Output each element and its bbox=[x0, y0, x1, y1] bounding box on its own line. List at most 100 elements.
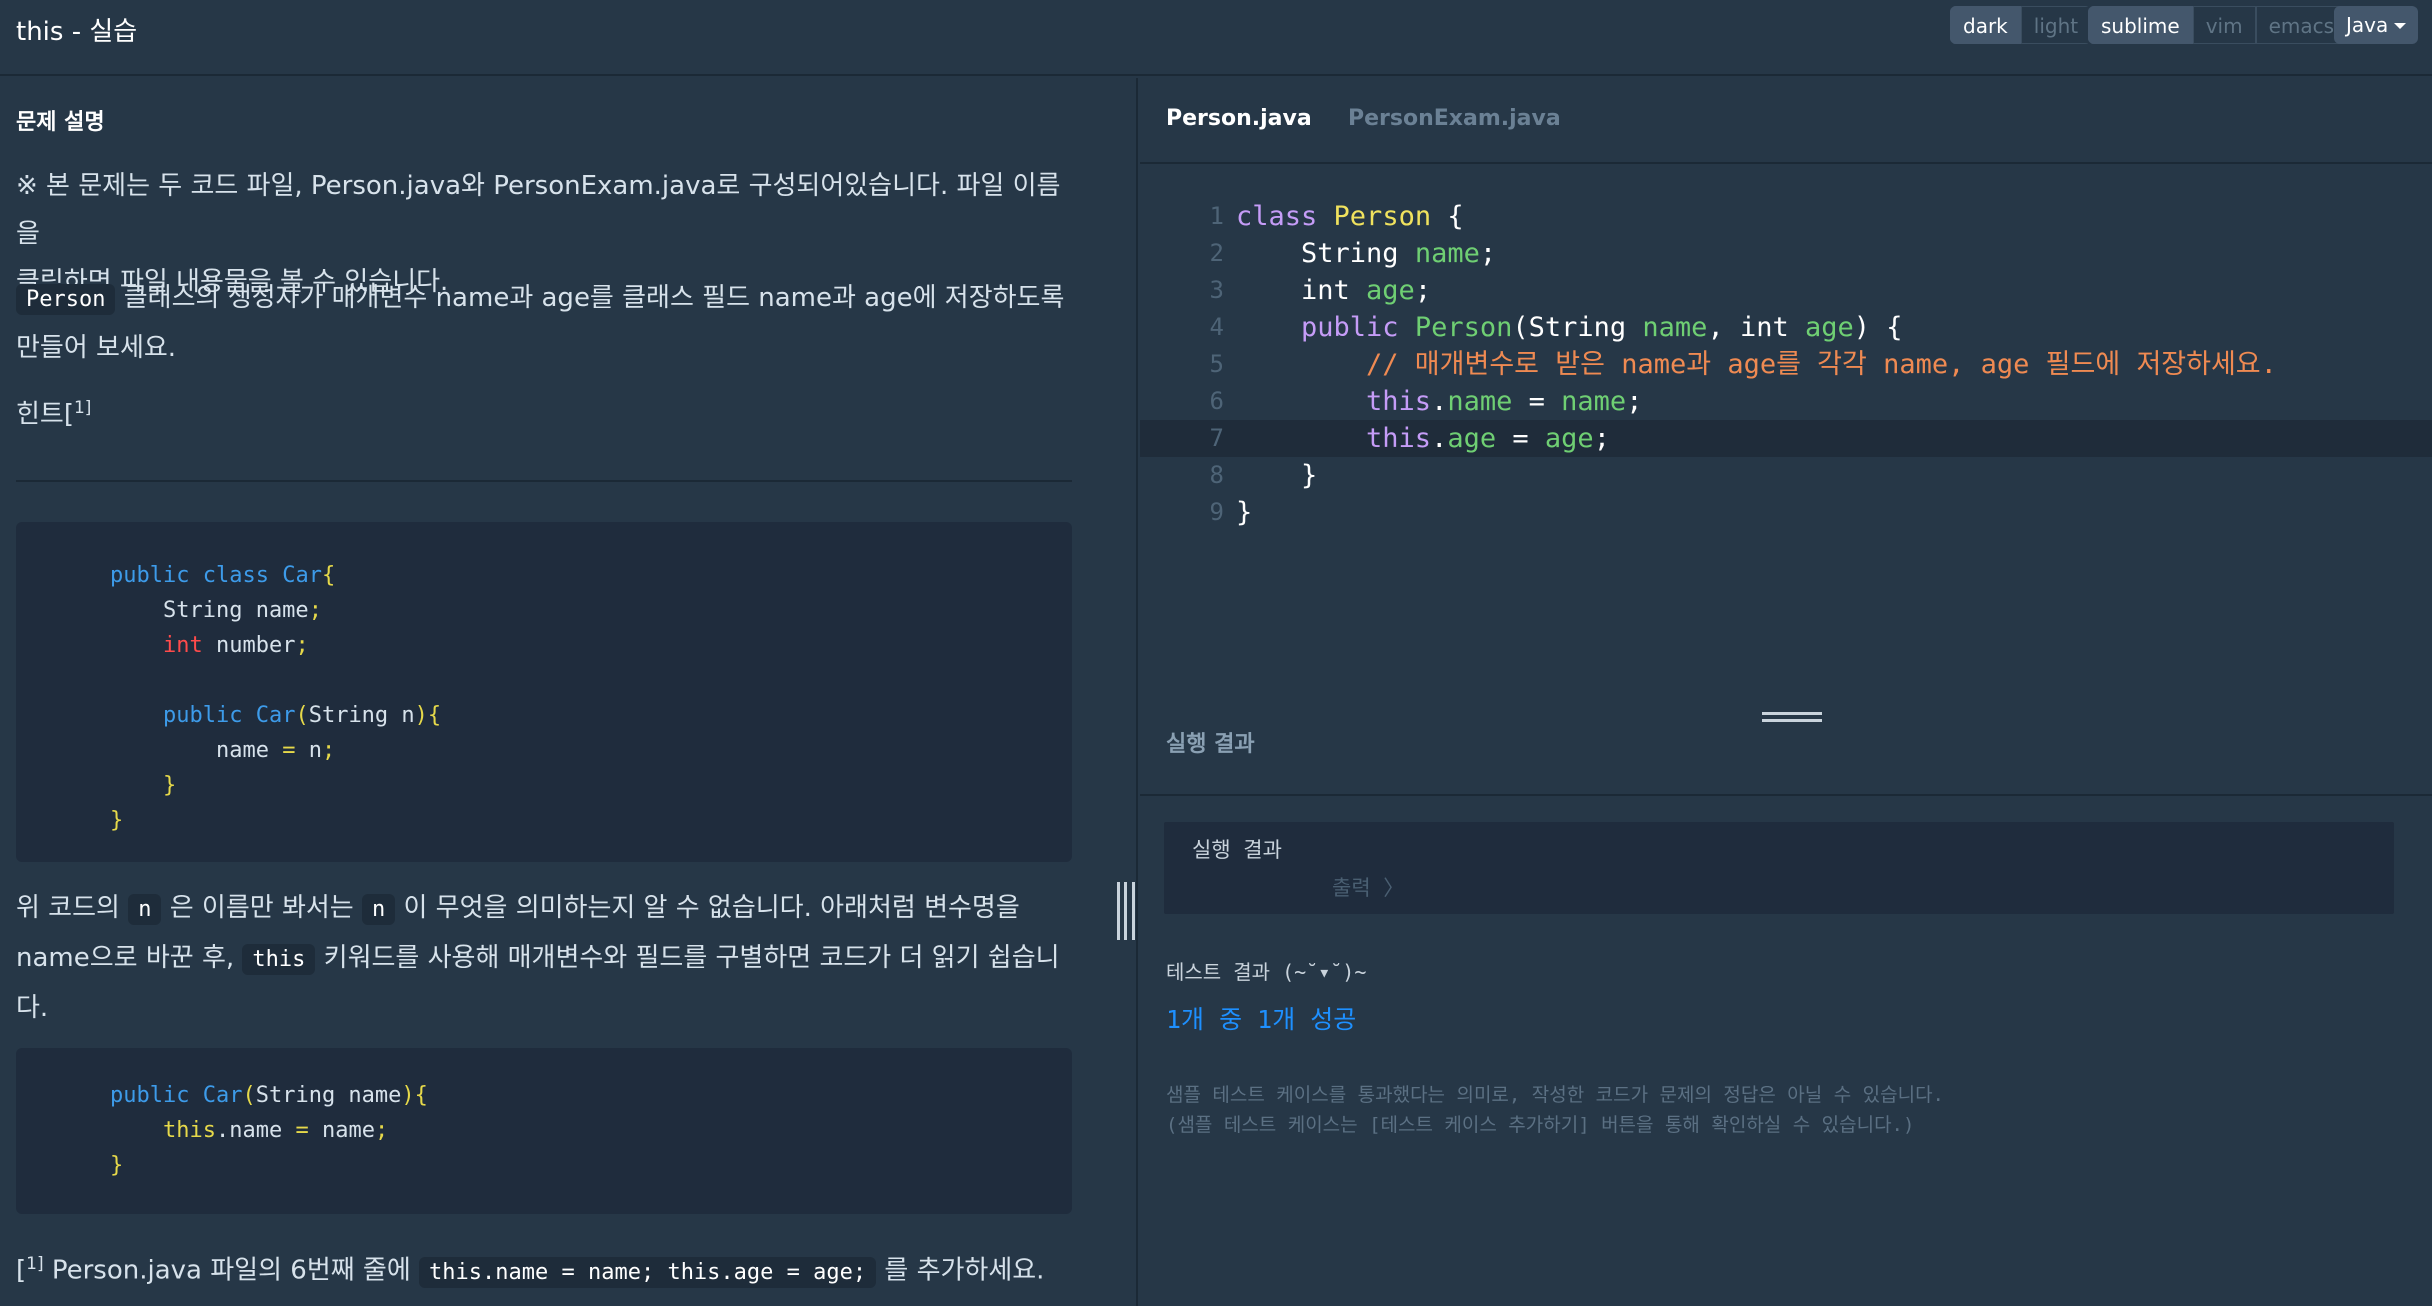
editor-line[interactable]: 7 this.age = age; bbox=[1140, 420, 2432, 457]
code-token: age bbox=[1366, 275, 1415, 306]
code-token: (String bbox=[1512, 312, 1643, 343]
footnote-back-link[interactable]: 1] bbox=[26, 1254, 43, 1274]
code-token: number bbox=[202, 633, 296, 658]
code-token: ) bbox=[401, 1083, 415, 1108]
code-token: age bbox=[1804, 312, 1854, 343]
code-token: // 매개변수로 받은 name과 age를 각각 name, age 필드에 … bbox=[1236, 349, 2277, 380]
code-token: ; bbox=[308, 598, 322, 623]
footnote-text: 를 추가하세요. bbox=[876, 1255, 1045, 1286]
explain-text: name으로 바꾼 후, bbox=[16, 943, 243, 973]
code-editor[interactable]: 1 class Person {2 String name; 3 int age; 4… bbox=[1140, 166, 2432, 706]
inline-code-this: this bbox=[242, 944, 316, 975]
grip-icon bbox=[1762, 712, 1822, 722]
code-token: public bbox=[110, 1083, 203, 1108]
code-token: this bbox=[1236, 423, 1432, 454]
theme-toggle: dark light bbox=[1950, 6, 2092, 44]
editor-line-source: } bbox=[1236, 457, 1317, 494]
explanation: 위 코드의 n 은 이름만 봐서는 n 이 무엇을 의미하는지 알 수 없습니다… bbox=[16, 884, 1076, 1032]
editor-line[interactable]: 8 } bbox=[1140, 457, 2432, 494]
editor-line-source: class Person { bbox=[1236, 198, 1464, 235]
footnote-text: Person.java 파일의 6번째 줄에 bbox=[43, 1255, 420, 1286]
pane-resize-handle[interactable] bbox=[1117, 78, 1138, 1306]
result-header: 실행 결과 bbox=[1140, 726, 2432, 796]
chevron-down-icon bbox=[2394, 23, 2406, 29]
editor-line[interactable]: 6 this.name = name; bbox=[1140, 383, 2432, 420]
code-token: Person bbox=[1333, 201, 1432, 232]
keymap-vim-button[interactable]: vim bbox=[2192, 6, 2256, 44]
code-token: Car bbox=[255, 703, 296, 728]
code-token: ) { bbox=[1853, 312, 1903, 343]
code-token: ( bbox=[295, 703, 309, 728]
code-token: ; bbox=[295, 633, 309, 658]
code-token: { bbox=[414, 1083, 428, 1108]
tab-personexam-java[interactable]: PersonExam.java bbox=[1348, 106, 1561, 131]
note-line-1: 샘플 테스트 케이스를 통과했다는 의미로, 작성한 코드가 문제의 정답은 아… bbox=[1166, 1084, 1944, 1106]
problem-pane: 문제 설명 ※ 본 문제는 두 코드 파일, Person.java와 Pers… bbox=[0, 78, 1117, 1306]
tab-person-java[interactable]: Person.java bbox=[1166, 106, 1312, 131]
intro-line-1: ※ 본 문제는 두 코드 파일, Person.java와 PersonExam… bbox=[16, 171, 1061, 249]
task-text: 클래스의 생성자가 매개변수 name과 age를 클래스 필드 name과 a… bbox=[115, 283, 1065, 313]
editor-line-source: this.name = name; bbox=[1236, 383, 1642, 420]
code-example-1-line: public Car(String n){ bbox=[110, 698, 1072, 733]
code-token: { bbox=[321, 563, 336, 588]
code-token: public bbox=[110, 563, 203, 588]
editor-line[interactable]: 9} bbox=[1140, 494, 2432, 531]
code-token: = bbox=[295, 1118, 322, 1143]
hint-label: 힌트[ bbox=[16, 399, 74, 430]
code-token: name bbox=[321, 1118, 375, 1143]
code-token: ; bbox=[1626, 386, 1643, 417]
line-number: 9 bbox=[1209, 498, 1224, 526]
code-token: this bbox=[110, 1118, 216, 1143]
code-token: ( bbox=[242, 1083, 256, 1108]
code-token: ; bbox=[374, 1118, 389, 1143]
code-token: int bbox=[1236, 275, 1367, 306]
editor-line-source: String name; bbox=[1236, 235, 1496, 272]
editor-line[interactable]: 4 public Person(String name, int age) { bbox=[1140, 309, 2432, 346]
code-example-1-line: } bbox=[110, 768, 1072, 803]
code-token: ; bbox=[1593, 423, 1610, 454]
keymap-sublime-button[interactable]: sublime bbox=[2088, 6, 2193, 44]
result-header-label: 실행 결과 bbox=[1166, 732, 1255, 757]
explain-text: 은 이름만 봐서는 bbox=[161, 893, 362, 923]
code-example-1-line bbox=[110, 663, 1072, 698]
code-token: } bbox=[1236, 497, 1253, 528]
code-token: age bbox=[1447, 423, 1497, 454]
divider bbox=[16, 480, 1072, 482]
code-token: age bbox=[1544, 423, 1594, 454]
code-token: class bbox=[202, 563, 283, 588]
problem-task: Person 클래스의 생성자가 매개변수 name과 age를 클래스 필드 … bbox=[16, 274, 1076, 372]
line-number: 2 bbox=[1209, 239, 1224, 267]
code-example-2: public Car(String name){ this.name = nam… bbox=[16, 1048, 1072, 1214]
theme-light-button[interactable]: light bbox=[2020, 6, 2092, 44]
language-dropdown[interactable]: Java bbox=[2334, 6, 2418, 44]
code-token: String name bbox=[110, 598, 309, 623]
code-token: , int bbox=[1707, 312, 1805, 343]
theme-dark-button[interactable]: dark bbox=[1950, 6, 2021, 44]
test-result-summary: 1개 중 1개 성공 bbox=[1166, 1005, 1357, 1034]
hint-footnote-link[interactable]: 1] bbox=[74, 398, 91, 418]
line-number: 5 bbox=[1209, 350, 1224, 378]
explain-text: 위 코드의 bbox=[16, 893, 129, 923]
footnote: [1] Person.java 파일의 6번째 줄에 this.name = n… bbox=[16, 1240, 1076, 1297]
editor-line[interactable]: 1 class Person { bbox=[1140, 198, 2432, 235]
editor-line[interactable]: 2 String name; bbox=[1140, 235, 2432, 272]
editor-result-resize-handle[interactable] bbox=[1140, 706, 2432, 726]
code-example-2-line: public Car(String name){ bbox=[110, 1078, 1072, 1113]
inline-code-n: n bbox=[128, 894, 162, 925]
code-token: } bbox=[110, 808, 124, 833]
line-number: 6 bbox=[1209, 387, 1224, 415]
code-token: name bbox=[1561, 386, 1627, 417]
editor-line[interactable]: 3 int age; bbox=[1140, 272, 2432, 309]
line-number: 8 bbox=[1209, 461, 1224, 489]
code-example-1-line: String name; bbox=[110, 593, 1072, 628]
code-token: { bbox=[427, 703, 442, 728]
code-example-1: public class Car { String name; int numbe… bbox=[16, 522, 1072, 862]
explain-text: 키워드를 사용해 매개변수와 필드를 구별하면 코드가 더 읽기 쉽습니 bbox=[315, 943, 1060, 973]
code-token: name bbox=[1642, 312, 1708, 343]
code-example-1-line: int number; bbox=[110, 628, 1072, 663]
test-result-note: 샘플 테스트 케이스를 통과했다는 의미로, 작성한 코드가 문제의 정답은 아… bbox=[1166, 1080, 1944, 1140]
inline-code-n: n bbox=[361, 894, 396, 925]
line-number: 1 bbox=[1209, 202, 1224, 230]
editor-line[interactable]: 5 // 매개변수로 받은 name과 age를 각각 name, age 필드… bbox=[1140, 346, 2432, 383]
code-token: } bbox=[1236, 460, 1318, 491]
